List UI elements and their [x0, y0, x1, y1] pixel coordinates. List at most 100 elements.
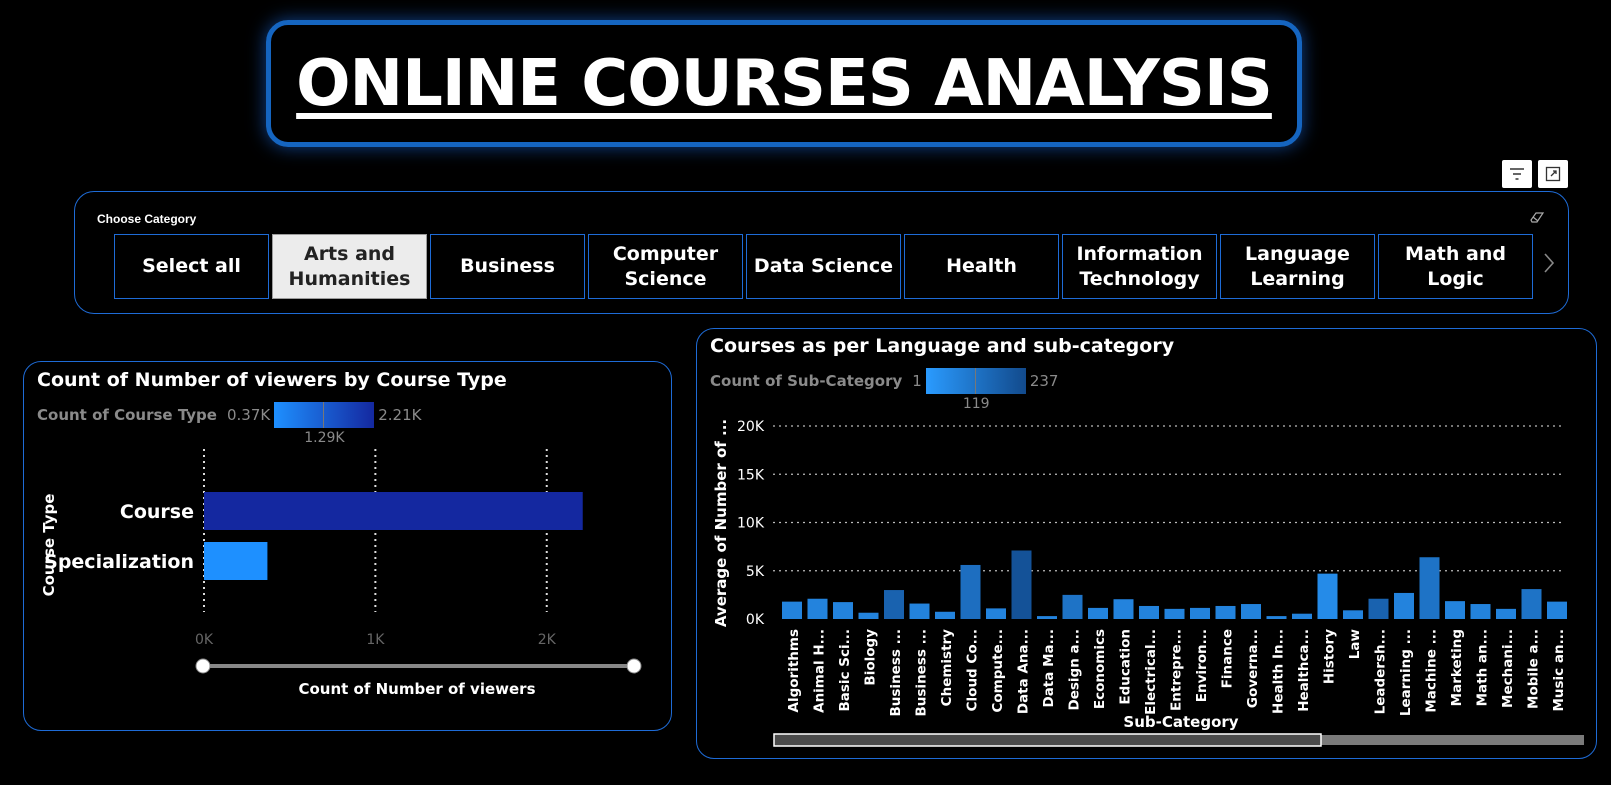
bar: [884, 590, 904, 619]
y-tick-label: 15K: [737, 467, 765, 483]
y-tick-label: 20K: [737, 419, 765, 435]
y-axis-title: Average of Number of ...: [712, 419, 730, 627]
title-banner: ONLINE COURSES ANALYSIS: [266, 20, 1302, 147]
filter-icon[interactable]: [1502, 160, 1532, 188]
x-tick-label: Law: [1347, 629, 1363, 659]
y-axis-title: Course Type: [40, 494, 58, 597]
visual-header-icons: [1502, 160, 1568, 188]
bar: [1215, 605, 1236, 619]
category-slicer: Choose Category Select all Arts and Human…: [74, 191, 1569, 314]
x-tick-label: Algorithms: [786, 629, 802, 712]
x-tick-label: Mobile a...: [1526, 629, 1542, 709]
slicer-item[interactable]: Business: [430, 234, 585, 299]
x-tick-label: Music an...: [1551, 629, 1567, 712]
bar: [204, 492, 583, 530]
x-tick-label: Economics: [1092, 629, 1108, 709]
bar: [807, 598, 828, 619]
bar: [782, 601, 802, 619]
x-tick-label: Chemistry: [939, 629, 955, 707]
course-type-bar-chart: 0K 1K 2K Course SpecializationCourse Type Cou…: [40, 449, 642, 698]
y-tick-label: 0K: [746, 612, 765, 628]
bar: [1164, 608, 1185, 619]
bar: [986, 608, 1006, 619]
bar: [1419, 557, 1440, 619]
subcategory-bar-chart: 0K 5K 10K 15K 20K Algorithms Animal H... Basic …: [712, 419, 1584, 747]
x-tick-label: 2K: [538, 632, 557, 648]
x-tick-label: Leadersh...: [1373, 629, 1389, 714]
bar: [909, 603, 930, 619]
bar: [1445, 601, 1465, 619]
bar: [1292, 613, 1312, 619]
x-tick-label: Finance: [1220, 629, 1236, 688]
bar: [1241, 604, 1261, 619]
slicer-item[interactable]: Select all: [114, 234, 269, 299]
x-tick-label: Biology: [863, 629, 879, 686]
zoom-slider-handle[interactable]: [195, 658, 211, 674]
x-tick-label: Education: [1118, 629, 1134, 705]
x-tick-label: Design a...: [1067, 629, 1083, 711]
x-tick-label: History: [1322, 629, 1338, 684]
x-tick-label: Machine ...: [1424, 629, 1440, 713]
bar: [1394, 592, 1414, 619]
slicer-item[interactable]: Computer Science: [588, 234, 743, 299]
y-category-label: Course: [120, 501, 194, 523]
bar: [1011, 550, 1032, 619]
eraser-icon[interactable]: [1530, 210, 1546, 229]
slicer-item[interactable]: Math and Logic: [1378, 234, 1533, 299]
x-tick-label: Math an...: [1475, 629, 1491, 706]
slicer-item[interactable]: Health: [904, 234, 1059, 299]
bar: [1496, 608, 1516, 619]
x-tick-label: Animal H...: [812, 629, 828, 713]
x-tick-label: Entrepre...: [1169, 629, 1185, 711]
x-tick-label: Learning ...: [1398, 629, 1414, 716]
page-title: ONLINE COURSES ANALYSIS: [296, 46, 1273, 121]
slicer-item[interactable]: Information Technology: [1062, 234, 1217, 299]
course-type-chart-panel: Count of Number of viewers by Course Typ…: [23, 361, 672, 731]
bar: [1139, 605, 1159, 619]
slicer-item[interactable]: Data Science: [746, 234, 901, 299]
x-tick-label: Health In...: [1271, 629, 1287, 714]
x-axis-title: Count of Number of viewers: [298, 680, 535, 698]
bar: [935, 611, 955, 619]
bar: [204, 542, 268, 580]
y-tick-label: 5K: [746, 564, 765, 580]
slicer-item[interactable]: Arts and Humanities: [272, 234, 427, 299]
x-tick-label: Data Ma...: [1041, 629, 1057, 708]
x-tick-label: Business ...: [914, 629, 930, 717]
y-category-label: Specialization: [44, 551, 194, 573]
x-axis-title: Sub-Category: [1123, 713, 1238, 731]
bar: [1062, 594, 1083, 619]
x-tick-label: Healthca...: [1296, 629, 1312, 712]
x-tick-label: Marketing: [1449, 629, 1465, 706]
slicer-items: Select all Arts and Humanities Business Com…: [114, 234, 1533, 299]
x-tick-label: Data Ana...: [1016, 629, 1032, 714]
bar: [1317, 573, 1338, 619]
x-tick-label: Basic Sci...: [837, 629, 853, 712]
x-tick-label: Business ...: [888, 629, 904, 717]
x-tick-label: Cloud Co...: [965, 629, 981, 711]
x-tick-label: Mechani...: [1500, 629, 1516, 708]
bar: [858, 612, 879, 619]
x-tick-label: Electrical...: [1143, 629, 1159, 715]
subcategory-chart-panel: Courses as per Language and sub-category…: [696, 328, 1597, 759]
x-tick-label: Governa...: [1245, 629, 1261, 708]
y-tick-label: 10K: [737, 516, 765, 532]
bar: [1343, 610, 1363, 619]
bar: [1521, 589, 1542, 619]
bar: [1470, 604, 1491, 619]
focus-mode-icon[interactable]: [1538, 160, 1568, 188]
bar: [1368, 598, 1389, 619]
slicer-label: Choose Category: [97, 212, 197, 226]
bar: [1547, 601, 1567, 619]
x-tick-label: 0K: [195, 632, 214, 648]
bar: [1266, 616, 1287, 619]
zoom-slider-handle[interactable]: [626, 658, 642, 674]
bar: [1037, 616, 1057, 619]
slicer-item[interactable]: Language Learning: [1220, 234, 1375, 299]
chevron-right-icon[interactable]: [1542, 252, 1556, 278]
bar: [1190, 607, 1210, 619]
x-tick-label: Environ...: [1194, 629, 1210, 702]
bar: [1088, 607, 1108, 619]
scrollbar-thumb[interactable]: [773, 733, 1322, 747]
x-tick-label: Compute...: [990, 629, 1006, 713]
